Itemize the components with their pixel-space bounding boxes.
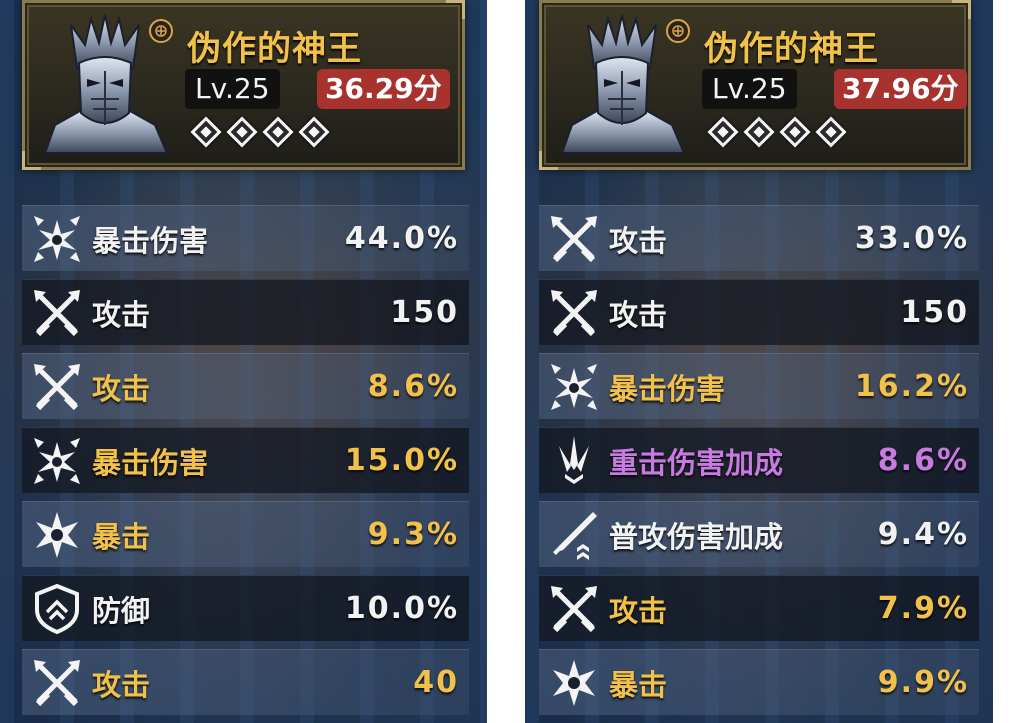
stat-value: 16.2% (854, 369, 969, 404)
stat-value: 150 (390, 295, 459, 330)
stat-label: 防御 (92, 593, 151, 628)
stat-label: 攻击 (92, 297, 151, 332)
crit-icon (547, 656, 601, 710)
rarity-gem-icon (298, 116, 330, 148)
stat-value: 8.6% (367, 369, 459, 404)
crit-damage-icon (547, 360, 601, 414)
stat-row: 重击伤害加成 8.6% (539, 427, 979, 493)
attack-icon (30, 656, 84, 710)
basic-attack-icon (547, 508, 601, 562)
stat-value: 15.0% (344, 443, 459, 478)
echo-name: 伪作的神王 (187, 29, 362, 69)
rarity-gem-icon (779, 116, 811, 148)
rarity-gem-icon (743, 116, 775, 148)
echo-score: 36.29分 (317, 69, 450, 109)
attack-icon (547, 582, 601, 636)
stat-row: 攻击 150 (539, 279, 979, 345)
stat-row: 攻击 40 (22, 649, 469, 715)
stat-label: 攻击 (609, 593, 668, 628)
attack-icon (547, 286, 601, 340)
stat-value: 40 (413, 665, 459, 700)
rarity-gem-icon (707, 116, 739, 148)
stat-value: 44.0% (344, 221, 459, 256)
stat-row: 攻击 8.6% (22, 353, 469, 419)
stat-label: 普攻伤害加成 (609, 519, 784, 554)
stat-row: 暴击伤害 44.0% (22, 205, 469, 271)
echo-header: 伪作的神王 Lv.25 37.96分 (539, 0, 971, 170)
stat-list: 暴击伤害 44.0% 攻击 150 攻击 8.6% 暴击伤害 15.0% 暴击 9.3% 防御 10.… (22, 205, 469, 723)
stat-label: 暴击伤害 (92, 223, 209, 258)
defense-icon (30, 582, 84, 636)
crit-damage-icon (30, 212, 84, 266)
stat-row: 攻击 7.9% (539, 575, 979, 641)
stat-label: 攻击 (609, 297, 668, 332)
stat-label: 暴击伤害 (92, 445, 209, 480)
sonata-set-icon (666, 19, 690, 43)
stat-row: 攻击 150 (22, 279, 469, 345)
stat-value: 10.0% (344, 591, 459, 626)
stat-label: 攻击 (609, 223, 668, 258)
stat-value: 7.9% (877, 591, 969, 626)
echo-level: Lv.25 (702, 69, 797, 109)
stat-label: 攻击 (92, 667, 151, 702)
stat-value: 9.3% (367, 517, 459, 552)
crit-damage-icon (30, 434, 84, 488)
stat-value: 33.0% (854, 221, 969, 256)
attack-icon (30, 286, 84, 340)
stat-label: 暴击伤害 (609, 371, 726, 406)
rarity-gem-icon (190, 116, 222, 148)
stat-label: 暴击 (92, 519, 151, 554)
stat-value: 9.9% (877, 665, 969, 700)
rarity-gems (190, 116, 330, 148)
rarity-gems (707, 116, 847, 148)
stat-label: 暴击 (609, 667, 668, 702)
attack-icon (30, 360, 84, 414)
stat-row: 暴击 9.3% (22, 501, 469, 567)
echo-header: 伪作的神王 Lv.25 36.29分 (22, 0, 465, 170)
heavy-attack-icon (547, 434, 601, 488)
stat-row: 暴击伤害 15.0% (22, 427, 469, 493)
stat-row: 暴击 9.9% (539, 649, 979, 715)
stat-label: 攻击 (92, 371, 151, 406)
stat-value: 150 (900, 295, 969, 330)
echo-panel-left: 伪作的神王 Lv.25 36.29分 暴击伤害 44.0% 攻击 150 攻击 8.6% 暴… (0, 0, 487, 723)
rarity-gem-icon (815, 116, 847, 148)
stat-label: 重击伤害加成 (609, 445, 784, 480)
echo-name: 伪作的神王 (704, 29, 879, 69)
attack-icon (547, 212, 601, 266)
stat-row: 防御 10.0% (22, 575, 469, 641)
crit-icon (30, 508, 84, 562)
echo-score: 37.96分 (834, 69, 967, 109)
echo-level: Lv.25 (185, 69, 280, 109)
echo-panel-right: 伪作的神王 Lv.25 37.96分 攻击 33.0% 攻击 150 暴击伤害 16.2%… (525, 0, 993, 723)
rarity-gem-icon (262, 116, 294, 148)
sonata-set-icon (149, 19, 173, 43)
stat-value: 9.4% (877, 517, 969, 552)
rarity-gem-icon (226, 116, 258, 148)
stat-list: 攻击 33.0% 攻击 150 暴击伤害 16.2% 重击伤害加成 8.6% 普攻伤害加成 9.4… (539, 205, 979, 723)
stat-row: 暴击伤害 16.2% (539, 353, 979, 419)
stat-row: 普攻伤害加成 9.4% (539, 501, 979, 567)
stat-value: 8.6% (877, 443, 969, 478)
stat-row: 攻击 33.0% (539, 205, 979, 271)
